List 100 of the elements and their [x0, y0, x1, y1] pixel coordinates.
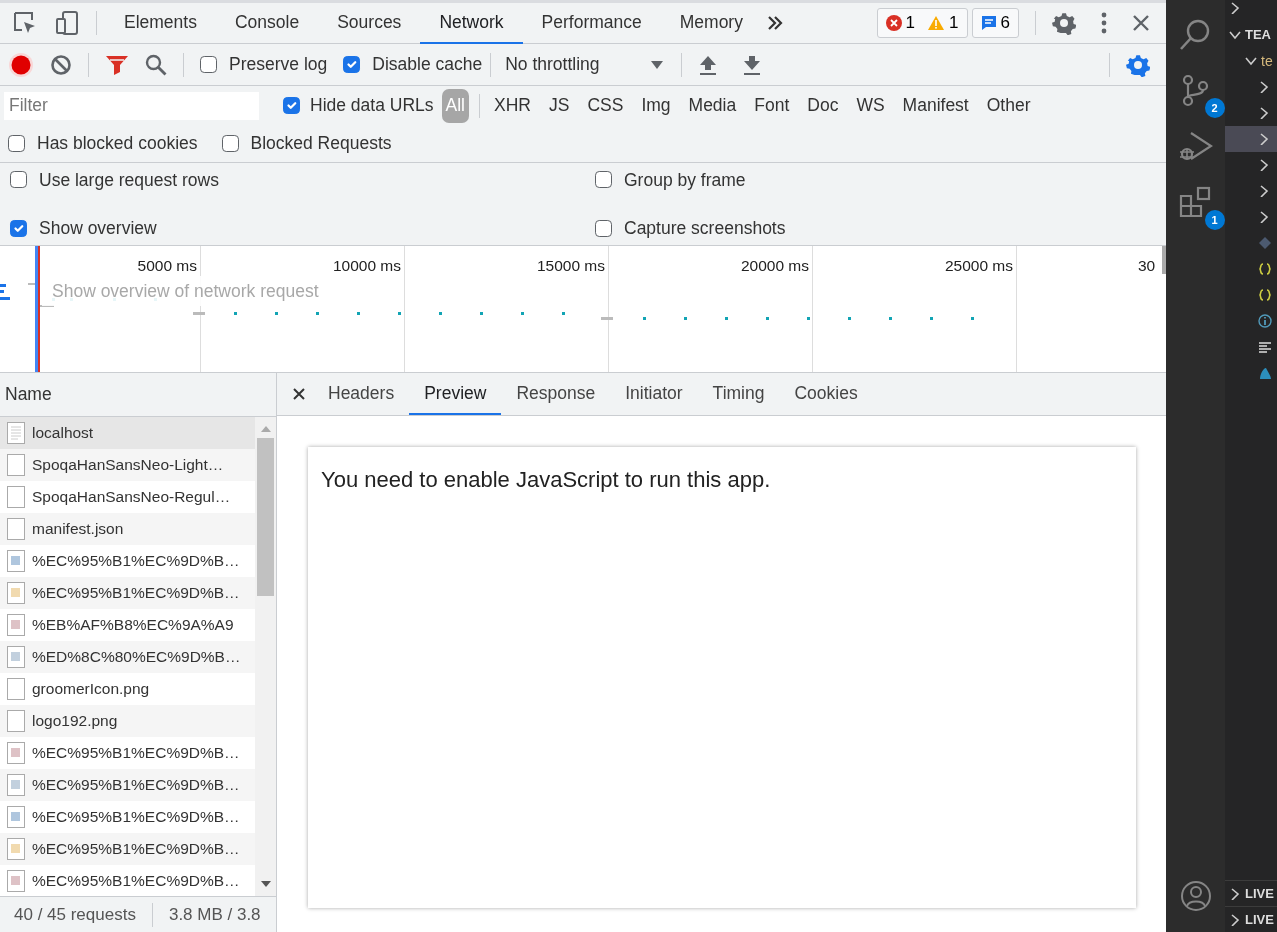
request-name: %EC%95%B1%EC%9D%B…: [32, 583, 240, 604]
chevron-right-icon[interactable]: [1258, 185, 1270, 197]
resource-type-filter[interactable]: WS: [852, 91, 889, 120]
resource-type-filter[interactable]: JS: [544, 91, 574, 120]
account-icon[interactable]: [1179, 880, 1212, 912]
resource-type-filter[interactable]: Doc: [803, 91, 843, 120]
request-name: %ED%8C%80%EC%9D%B…: [32, 647, 241, 668]
throttling-dropdown[interactable]: No throttling: [499, 51, 670, 78]
network-settings-icon[interactable]: [1126, 52, 1150, 77]
record-icon[interactable]: [8, 51, 34, 78]
download-icon[interactable]: [742, 53, 763, 76]
panel-tab[interactable]: Sources: [318, 2, 421, 44]
chevron-down-icon[interactable]: [1229, 29, 1241, 41]
request-row[interactable]: logo192.png: [0, 705, 256, 737]
checkbox-label[interactable]: Hide data URLs: [310, 92, 434, 119]
request-row[interactable]: %EC%95%B1%EC%9D%B…: [0, 577, 256, 609]
resource-type-filter[interactable]: Other: [982, 91, 1035, 120]
request-row[interactable]: groomerIcon.png: [0, 673, 256, 705]
checkbox-label[interactable]: Preserve log: [229, 51, 328, 78]
request-row[interactable]: SpoqaHanSansNeo-Light…: [0, 449, 256, 481]
panel-tab[interactable]: Console: [215, 2, 319, 44]
checkbox-label[interactable]: Has blocked cookies: [37, 130, 198, 157]
checkbox[interactable]: [200, 56, 217, 73]
request-name: %EC%95%B1%EC%9D%B…: [32, 775, 240, 796]
folder-name[interactable]: te: [1261, 50, 1273, 72]
chevron-down-icon[interactable]: [1245, 55, 1257, 67]
search-icon[interactable]: [145, 53, 167, 76]
request-row[interactable]: %EC%95%B1%EC%9D%B…: [0, 865, 256, 897]
chevron-right-icon[interactable]: [1229, 887, 1241, 900]
resource-type-filter[interactable]: Manifest: [898, 91, 973, 120]
chevron-right-icon[interactable]: [1229, 2, 1241, 14]
request-row[interactable]: %ED%8C%80%EC%9D%B…: [0, 641, 256, 673]
close-icon[interactable]: [1132, 14, 1150, 32]
resource-type-filter[interactable]: Font: [750, 91, 794, 120]
more-options-icon[interactable]: [1100, 12, 1108, 34]
more-tabs-icon[interactable]: [765, 14, 784, 32]
checkbox[interactable]: [283, 97, 300, 114]
resource-type-filter[interactable]: CSS: [583, 91, 628, 120]
issues-button[interactable]: 1 1: [876, 8, 968, 38]
chevron-right-icon[interactable]: [1258, 159, 1270, 171]
checkbox-label[interactable]: Show overview: [39, 215, 157, 242]
panel-tab[interactable]: Network: [420, 2, 523, 44]
scrollbar[interactable]: [255, 417, 276, 896]
checkbox-label[interactable]: Group by frame: [624, 166, 746, 193]
panel-tab[interactable]: Performance: [522, 2, 661, 44]
messages-button[interactable]: 6: [971, 8, 1019, 38]
section-header[interactable]: TEA: [1245, 25, 1271, 45]
settings-icon[interactable]: [1052, 11, 1076, 35]
checkbox[interactable]: [10, 219, 27, 237]
details-tab[interactable]: Response: [501, 373, 611, 415]
section-header[interactable]: LIVE: [1245, 883, 1274, 904]
section-header[interactable]: LIVE: [1245, 909, 1274, 930]
request-row[interactable]: %EB%AF%B8%EC%9A%A9: [0, 609, 256, 641]
request-name: SpoqaHanSansNeo-Light…: [32, 455, 224, 476]
checkbox[interactable]: [221, 135, 239, 152]
checkbox-label[interactable]: Capture screenshots: [624, 215, 786, 242]
chevron-right-icon[interactable]: [1258, 133, 1270, 145]
details-tab[interactable]: Initiator: [610, 373, 698, 415]
checkbox[interactable]: [595, 171, 612, 189]
scrollbar[interactable]: [1162, 246, 1166, 274]
resource-type-filter[interactable]: Img: [637, 91, 675, 120]
checkbox-label[interactable]: Disable cache: [372, 51, 483, 78]
image-thumbnail-icon: [7, 582, 25, 604]
checkbox-label[interactable]: Use large request rows: [39, 166, 219, 193]
checkbox[interactable]: [10, 171, 27, 189]
request-row[interactable]: SpoqaHanSansNeo-Regul…: [0, 481, 256, 513]
panel-tab[interactable]: Elements: [105, 2, 216, 44]
request-row[interactable]: %EC%95%B1%EC%9D%B…: [0, 769, 256, 801]
request-row[interactable]: manifest.json: [0, 513, 256, 545]
request-row[interactable]: %EC%95%B1%EC%9D%B…: [0, 545, 256, 577]
chevron-right-icon[interactable]: [1258, 81, 1270, 93]
request-row[interactable]: %EC%95%B1%EC%9D%B…: [0, 833, 256, 865]
filter-icon[interactable]: [105, 54, 129, 75]
tick-label: 5000 ms: [137, 256, 197, 276]
request-name: manifest.json: [32, 519, 124, 540]
extensions-icon[interactable]: [1178, 186, 1213, 220]
device-toolbar-icon[interactable]: [54, 10, 80, 36]
image-thumbnail-icon: [7, 806, 25, 828]
checkbox[interactable]: [343, 56, 361, 73]
details-tab[interactable]: Preview: [409, 373, 502, 415]
checkbox[interactable]: [8, 135, 25, 152]
column-header[interactable]: Name: [5, 381, 52, 408]
chevron-right-icon[interactable]: [1229, 913, 1241, 926]
request-row[interactable]: %EC%95%B1%EC%9D%B…: [0, 801, 256, 833]
details-tab[interactable]: Headers: [313, 373, 410, 415]
chevron-right-icon[interactable]: [1258, 211, 1270, 223]
git-icon: [1258, 236, 1272, 250]
panel-tab[interactable]: Memory: [660, 2, 762, 44]
checkbox[interactable]: [595, 219, 612, 237]
details-tab[interactable]: Timing: [697, 373, 780, 415]
resource-type-filter[interactable]: Media: [684, 91, 741, 120]
clear-icon[interactable]: [50, 53, 72, 76]
checkbox-label[interactable]: Blocked Requests: [250, 130, 392, 157]
request-row[interactable]: %EC%95%B1%EC%9D%B…: [0, 737, 256, 769]
chevron-right-icon[interactable]: [1258, 107, 1270, 119]
close-icon[interactable]: [293, 388, 305, 400]
filter-field[interactable]: Filter: [4, 91, 259, 120]
details-tab[interactable]: Cookies: [779, 373, 873, 415]
resource-type-filter[interactable]: XHR: [490, 91, 535, 120]
request-row[interactable]: localhost: [0, 417, 256, 449]
